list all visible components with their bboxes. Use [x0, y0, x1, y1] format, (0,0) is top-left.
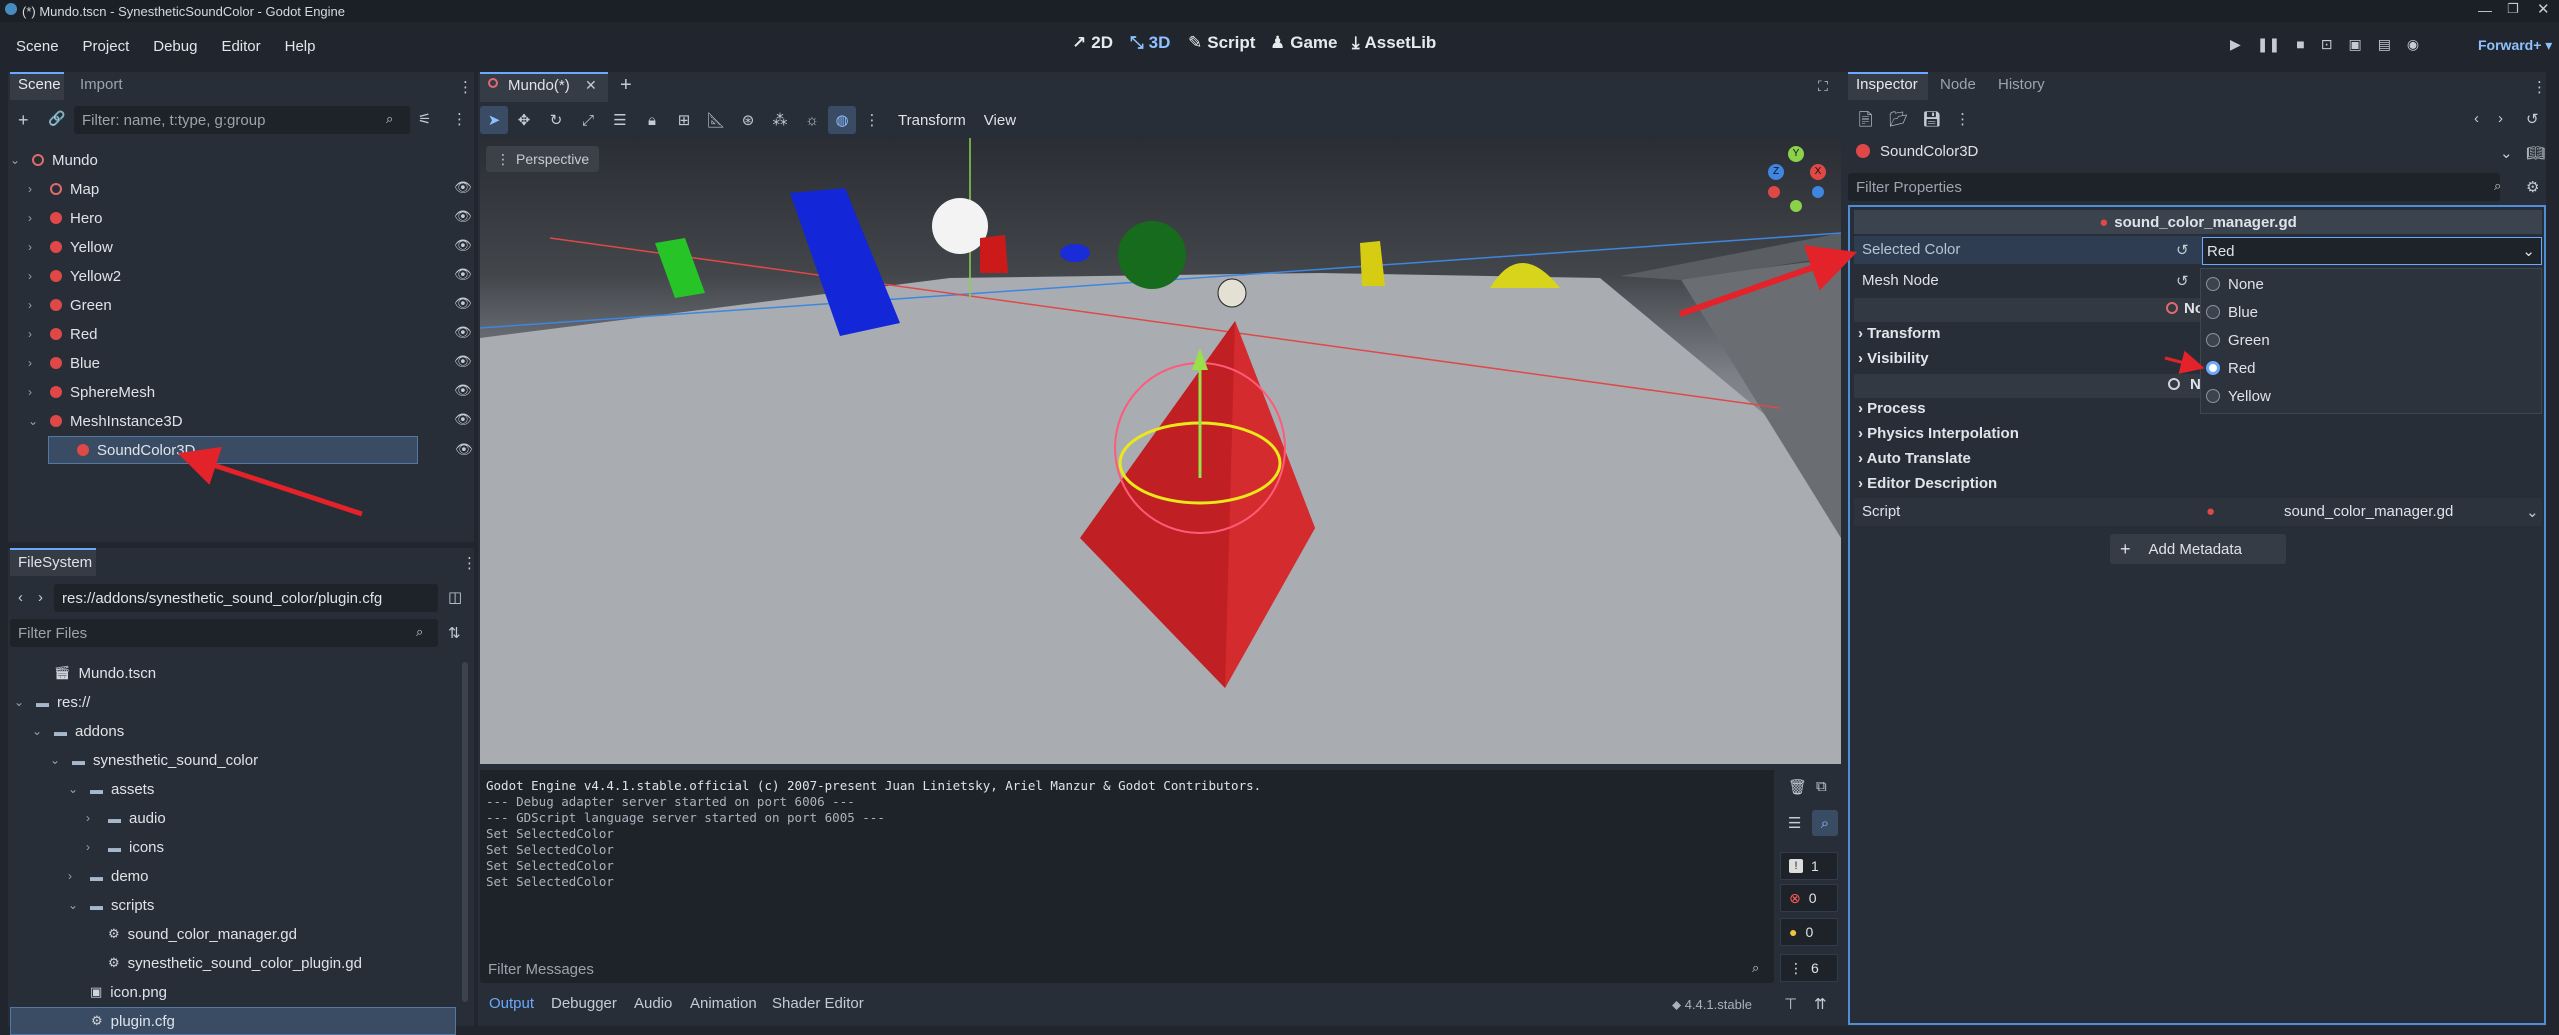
arrow-to-red-option — [2164, 350, 2205, 374]
arrow-to-soundcolor3d — [177, 446, 363, 517]
annotation-overlay — [177, 245, 2205, 517]
arrow-to-selected-color — [1679, 245, 1857, 317]
